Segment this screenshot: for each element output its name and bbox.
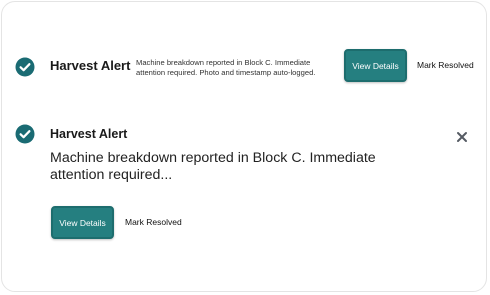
alert-message: Machine breakdown reported in Block C. I… xyxy=(50,150,376,183)
close-icon[interactable] xyxy=(455,130,469,144)
alerts-card xyxy=(1,1,487,292)
check-circle-icon xyxy=(15,124,35,149)
mark-resolved-button[interactable]: Mark Resolved xyxy=(125,217,182,227)
view-details-button[interactable]: View Details xyxy=(344,49,407,82)
view-details-button[interactable]: View Details xyxy=(51,206,114,239)
alert-title: Harvest Alert xyxy=(50,127,128,141)
alert-message: Machine breakdown reported in Block C. I… xyxy=(136,58,316,77)
alert-title: Harvest Alert xyxy=(50,58,131,73)
mark-resolved-button[interactable]: Mark Resolved xyxy=(417,60,474,70)
check-circle-icon xyxy=(15,57,35,82)
